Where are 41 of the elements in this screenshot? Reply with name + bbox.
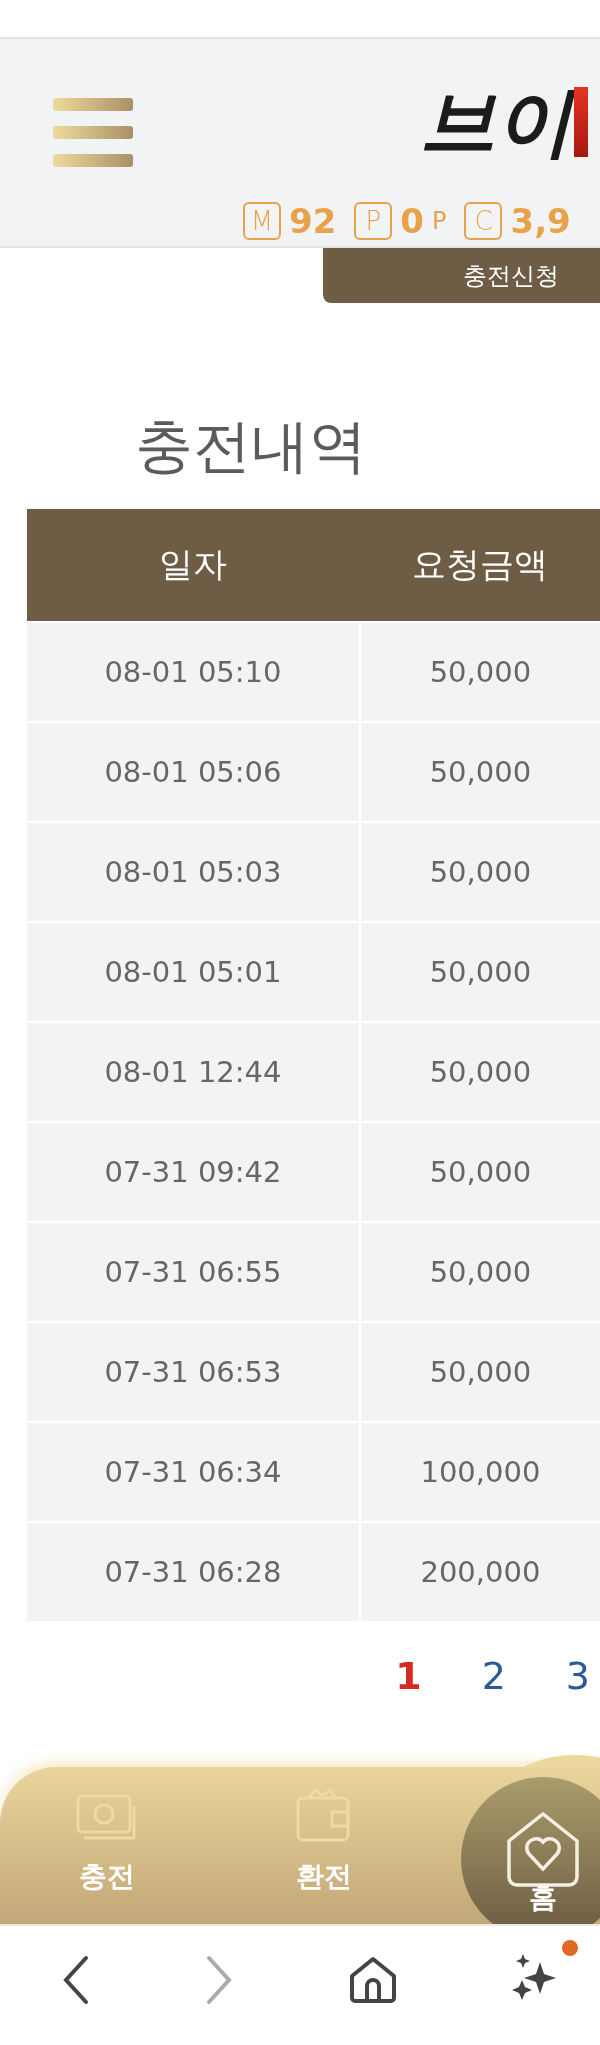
table-cell: 200,000	[360, 1523, 600, 1622]
wallet-icon[interactable]	[296, 1787, 352, 1844]
balance-symbol: M	[243, 202, 281, 241]
table-cell: 08-01 05:03	[27, 823, 359, 922]
charge-request-button[interactable]: 충전신청	[323, 248, 600, 304]
logo-mark	[574, 87, 588, 158]
balance-value: 3,9	[510, 201, 571, 242]
balance-symbol: P	[354, 202, 393, 241]
table-cell: 08-01 05:06	[27, 723, 359, 822]
balance-value: 0	[400, 201, 424, 242]
page-link[interactable]: 2	[481, 1651, 506, 1702]
column-header: 일자	[157, 543, 228, 587]
table-cell: 50,000	[360, 923, 600, 1022]
page-link[interactable]: 3	[565, 1651, 590, 1702]
balance-value: 92	[289, 201, 337, 242]
page-link[interactable]: 1	[395, 1651, 422, 1702]
table-cell: 50,000	[360, 623, 600, 722]
table-cell: 08-01 12:44	[27, 1023, 359, 1122]
logo[interactable]: 브이	[420, 77, 572, 168]
table-cell: 08-01 05:01	[27, 923, 359, 1022]
balance-symbol: C	[464, 202, 503, 241]
table-cell: 50,000	[360, 823, 600, 922]
table-cell: 100,000	[360, 1423, 600, 1522]
home-icon[interactable]	[348, 1956, 397, 2005]
table-cell: 07-31 06:53	[27, 1323, 359, 1422]
table-cell: 50,000	[360, 1223, 600, 1322]
table-cell: 07-31 06:55	[27, 1223, 359, 1322]
table-cell: 50,000	[360, 1023, 600, 1122]
balance-unit: P	[432, 207, 447, 236]
table-cell: 07-31 06:34	[27, 1423, 359, 1522]
forward-icon[interactable]	[205, 1955, 234, 2006]
menu-icon[interactable]	[53, 98, 133, 169]
table-cell: 08-01 05:10	[27, 623, 359, 722]
table-cell: 07-31 09:42	[27, 1123, 359, 1222]
page-title: 충전내역	[135, 411, 367, 482]
back-icon[interactable]	[62, 1955, 90, 2006]
table-cell: 07-31 06:28	[27, 1523, 359, 1622]
table-cell: 50,000	[360, 723, 600, 822]
column-header: 요청금액	[411, 543, 550, 587]
table-cell: 50,000	[360, 1123, 600, 1222]
table-cell: 50,000	[360, 1323, 600, 1422]
